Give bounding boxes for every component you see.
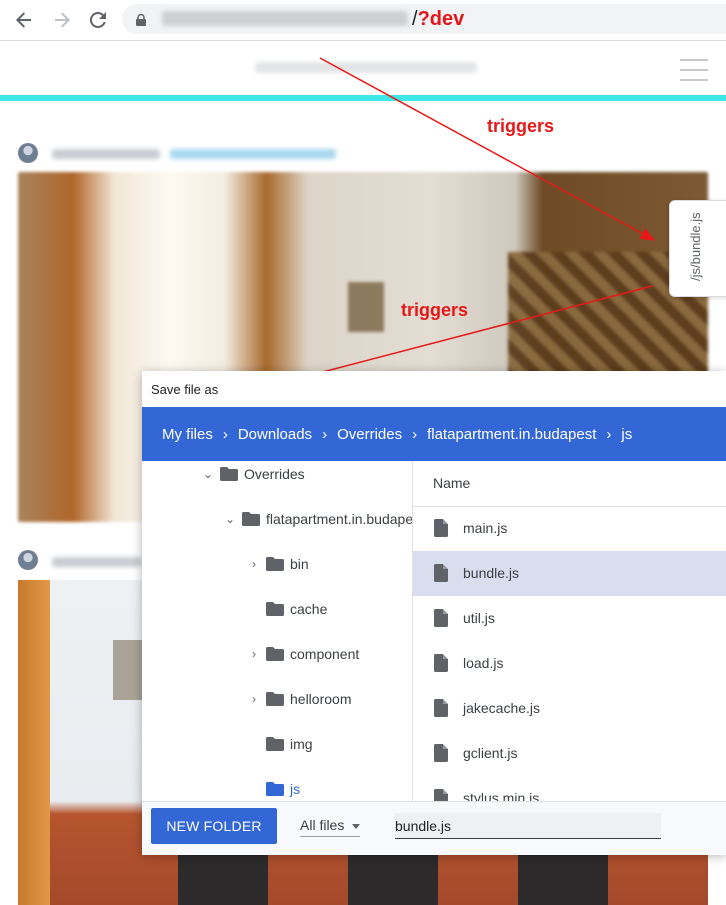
folder-icon [266,557,284,571]
folder-icon [220,467,238,481]
folder-icon [266,602,284,616]
tree-item-img[interactable]: img [248,732,313,756]
folder-icon [242,512,260,526]
tree-item-label: helloroom [290,691,352,707]
file-name: util.js [463,610,495,626]
annotation-arrow [319,57,656,241]
tree-item-js[interactable]: js [248,777,300,801]
breadcrumb-item-my-files[interactable]: My files [162,426,213,443]
file-type-select[interactable]: All files [300,817,361,837]
chevron-down-icon[interactable]: ⌄ [224,512,236,526]
file-icon [434,564,448,587]
tree-item-label: flatapartment.in.budapest [266,511,413,527]
tree-item-label: img [290,736,313,752]
breadcrumb-item-overrides[interactable]: Overrides [337,426,402,443]
file-name: stylus.min.js [463,790,540,801]
folder-icon [266,692,284,706]
save-file-dialog: Save file as My files › Downloads › Over… [142,371,726,855]
file-row[interactable]: load.js [413,641,726,686]
tree-item-cache[interactable]: cache [248,597,327,621]
folder-tree[interactable]: ⌄ Overrides ⌄ flatapartment.in.budapest … [142,461,413,801]
chevron-right-icon: › [606,425,612,443]
chevron-down-icon[interactable]: ⌄ [202,467,214,481]
tree-item-bin[interactable]: › bin [248,552,309,576]
file-icon [434,519,448,542]
breadcrumb: My files › Downloads › Overrides › flata… [142,407,726,461]
file-name: load.js [463,655,504,671]
column-header-label: Name [433,475,471,491]
file-list[interactable]: Name main.js bundle.js util.js load.js j… [413,461,726,801]
folder-icon [266,782,284,796]
tree-item-label: cache [290,601,328,617]
file-name: bundle.js [463,565,520,581]
file-icon [434,654,448,677]
new-folder-button[interactable]: NEW FOLDER [151,808,277,844]
file-name: jakecache.js [463,700,541,716]
file-row[interactable]: util.js [413,596,726,641]
file-icon [434,699,448,722]
chevron-right-icon[interactable]: › [248,557,260,571]
chevron-right-icon[interactable]: › [248,692,260,706]
file-icon [434,744,448,767]
tree-item-component[interactable]: › component [248,642,359,666]
file-row[interactable]: stylus.min.js [413,776,726,801]
file-row[interactable]: gclient.js [413,731,726,776]
file-row[interactable]: bundle.js [413,551,726,596]
filename-input[interactable] [395,813,661,839]
tree-item-label: bin [290,556,309,572]
file-type-select-value: All files [300,817,345,833]
dialog-footer: NEW FOLDER All files [142,801,726,855]
tree-item-helloroom[interactable]: › helloroom [248,687,351,711]
file-row[interactable]: jakecache.js [413,686,726,731]
file-icon [434,609,448,632]
column-header-name[interactable]: Name [413,461,726,507]
tree-item-label: Overrides [244,466,305,482]
file-row[interactable]: main.js [413,506,726,551]
tree-item-label: component [290,646,360,662]
tree-item-label: js [290,781,301,797]
file-name: gclient.js [463,745,518,761]
folder-icon [266,647,284,661]
file-name: main.js [463,520,508,536]
chevron-right-icon: › [322,425,328,443]
chevron-right-icon: › [412,425,418,443]
breadcrumb-item-js[interactable]: js [621,426,632,443]
chevron-right-icon: › [222,425,228,443]
breadcrumb-item-downloads[interactable]: Downloads [238,426,312,443]
dialog-title: Save file as [151,382,219,397]
chevron-right-icon[interactable]: › [248,647,260,661]
breadcrumb-item-site-folder[interactable]: flatapartment.in.budapest [427,426,596,443]
caret-down-icon [352,823,361,829]
tree-item-overrides[interactable]: ⌄ Overrides [202,462,305,486]
file-icon [434,789,448,801]
tree-item-site-folder[interactable]: ⌄ flatapartment.in.budapest [224,507,413,531]
folder-icon [266,737,284,751]
